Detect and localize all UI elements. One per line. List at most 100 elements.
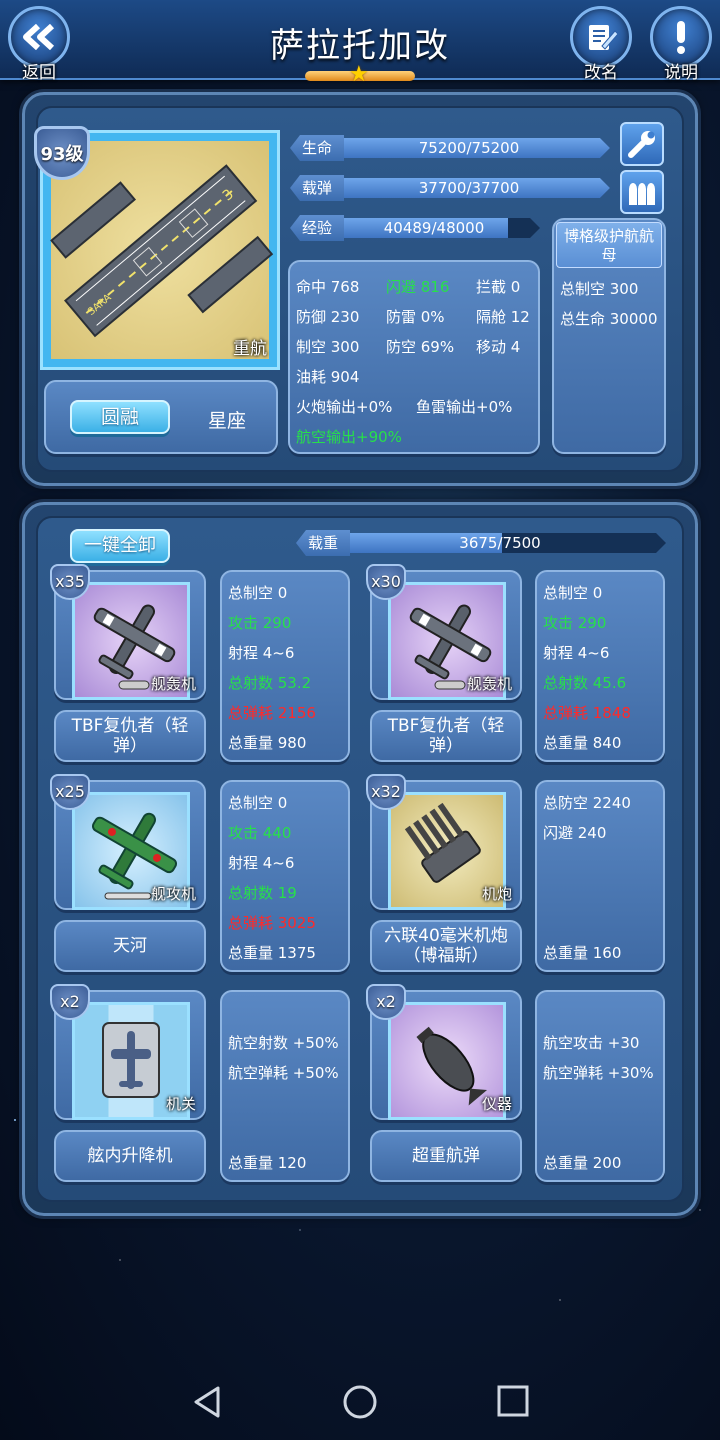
equip-stat: 攻击 290	[228, 614, 292, 632]
class-bonus-line2: 总生命 30000	[560, 310, 658, 328]
equip-type-tag: 机关	[165, 1095, 196, 1113]
stat-gun-output: 火炮输出+0%	[296, 398, 393, 416]
stat-torpedo-def: 防雷 0%	[386, 308, 445, 326]
equip-stat: 总制空 0	[543, 584, 603, 602]
top-bar: 返回 萨拉托加改 ★ 改名 说明	[0, 0, 720, 86]
system-nav-bar	[0, 1360, 720, 1440]
equip-stat: 射程 4~6	[228, 644, 295, 662]
help-button[interactable]: 说明	[646, 6, 716, 83]
stat-torpedo-output: 鱼雷输出+0%	[416, 398, 513, 416]
mode-box: 圆融 星座	[44, 380, 278, 454]
star-rating: ★	[305, 64, 415, 86]
star-icon: ★	[349, 62, 369, 87]
ammo-bar: 37700/37700 载弹	[290, 175, 610, 201]
equip-stat: 总制空 0	[228, 794, 288, 812]
class-title: 博格级护航航母	[556, 222, 662, 268]
load-value: 3675/7500	[459, 534, 541, 552]
equip-info-6: 航空攻击 +30 航空弹耗 +30% 总重量 200	[535, 990, 665, 1182]
equip-slot-2[interactable]: x30 舰轰机	[366, 564, 522, 700]
equip-stat: 攻击 290	[543, 614, 607, 632]
equip-stat: 总射数 19	[228, 884, 297, 902]
equip-stat: 总重量 1375	[228, 944, 316, 962]
equip-name-5: 舷内升降机	[54, 1130, 206, 1182]
equip-slot-1[interactable]: x35 舰轰机	[50, 564, 206, 700]
stat-armor: 隔舱 12	[476, 308, 530, 326]
nav-back-icon[interactable]	[188, 1382, 228, 1422]
stat-air-output: 航空输出+90%	[296, 428, 402, 446]
exp-bar: 40489/48000 经验	[290, 215, 540, 241]
back-label: 返回	[22, 63, 56, 83]
equip-slot-4[interactable]: x32 机炮	[366, 774, 522, 910]
equip-stat: 总制空 0	[228, 584, 288, 602]
class-bonus-line1: 总制空 300	[560, 280, 639, 298]
equip-name-3: 天河	[54, 920, 206, 972]
equip-stat: 攻击 440	[228, 824, 292, 842]
unequip-all-button[interactable]: 一键全卸	[70, 529, 170, 563]
equip-stat: 航空弹耗 +30%	[543, 1064, 654, 1082]
equip-stat: 总弹耗 1848	[543, 704, 631, 722]
ammo-value: 37700/37700	[418, 179, 520, 197]
equip-slot-3[interactable]: x25 舰攻机	[50, 774, 206, 910]
stat-fuel: 油耗 904	[296, 368, 360, 386]
equip-info-2: 总制空 0 攻击 290 射程 4~6 总射数 45.6 总弹耗 1848 总重…	[535, 570, 665, 762]
equip-stat: 航空弹耗 +50%	[228, 1064, 339, 1082]
equip-stat: 总重量 120	[228, 1154, 307, 1172]
exp-label: 经验	[290, 215, 344, 241]
stat-defense: 防御 230	[296, 308, 360, 326]
wrench-icon	[628, 131, 655, 158]
nav-recents-icon[interactable]	[494, 1382, 534, 1422]
equip-slot-5[interactable]: x2 机关	[50, 984, 206, 1120]
equip-slot-6[interactable]: x2 仪器	[366, 984, 522, 1120]
stat-evade: 闪避 816	[386, 278, 450, 296]
equip-stat: 总重量 840	[543, 734, 622, 752]
equip-stat: 总弹耗 2156	[228, 704, 316, 722]
ammo-button[interactable]	[620, 170, 664, 214]
stat-move: 移动 4	[476, 338, 521, 356]
stat-intercept: 拦截 0	[476, 278, 521, 296]
equip-stat: 总防空 2240	[543, 794, 631, 812]
stat-aa: 防空 69%	[386, 338, 455, 356]
equip-stat: 航空攻击 +30	[543, 1034, 640, 1052]
page-title: 萨拉托加改	[270, 26, 450, 66]
load-bar: 3675/7500 载重	[296, 530, 666, 556]
ship-type-tag: 重航	[233, 339, 267, 359]
equip-stat: 总射数 53.2	[228, 674, 312, 692]
hp-label: 生命	[290, 135, 344, 161]
equip-type-tag: 舰攻机	[150, 885, 196, 903]
equip-stat: 总射数 45.6	[543, 674, 627, 692]
equip-type-tag: 舰轰机	[466, 675, 512, 693]
equip-stat: 射程 4~6	[228, 854, 295, 872]
equip-type-tag: 仪器	[481, 1095, 512, 1113]
rename-button[interactable]: 改名	[566, 6, 636, 83]
rename-label: 改名	[584, 63, 618, 83]
hp-bar: 75200/75200 生命	[290, 135, 610, 161]
equip-stat: 航空射数 +50%	[228, 1034, 339, 1052]
ammo-label: 载弹	[290, 175, 344, 201]
hp-value: 75200/75200	[418, 139, 520, 157]
equip-stat: 闪避 240	[543, 824, 607, 842]
nav-home-icon[interactable]	[340, 1382, 380, 1422]
mode-tab-active[interactable]: 圆融	[70, 400, 170, 434]
exp-value: 40489/48000	[383, 219, 485, 237]
equip-name-1: TBF复仇者（轻弹）	[54, 710, 206, 762]
equip-info-5: 航空射数 +50% 航空弹耗 +50% 总重量 120	[220, 990, 350, 1182]
equip-type-tag: 机炮	[481, 885, 512, 903]
ammo-icon	[629, 183, 655, 205]
equip-stat: 总重量 200	[543, 1154, 622, 1172]
load-label: 载重	[296, 530, 350, 556]
equip-info-1: 总制空 0 攻击 290 射程 4~6 总射数 53.2 总弹耗 2156 总重…	[220, 570, 350, 762]
equip-name-6: 超重航弹	[370, 1130, 522, 1182]
level-badge: 93级	[34, 126, 90, 180]
equip-stat: 总重量 980	[228, 734, 307, 752]
stat-hit: 命中 768	[296, 278, 360, 296]
wrench-button[interactable]	[620, 122, 664, 166]
equip-name-4: 六联40毫米机炮（博福斯）	[370, 920, 522, 972]
mode-tab-other[interactable]: 星座	[208, 406, 246, 433]
stat-air-control: 制空 300	[296, 338, 360, 356]
stats-box: 命中 768 闪避 816 拦截 0 防御 230 防雷 0% 隔舱 12 制空…	[288, 260, 540, 454]
equip-info-3: 总制空 0 攻击 440 射程 4~6 总射数 19 总弹耗 3025 总重量 …	[220, 780, 350, 972]
equip-stat: 总弹耗 3025	[228, 914, 316, 932]
equip-stat: 总重量 160	[543, 944, 622, 962]
equip-stat: 射程 4~6	[543, 644, 610, 662]
back-button[interactable]: 返回	[4, 6, 74, 83]
